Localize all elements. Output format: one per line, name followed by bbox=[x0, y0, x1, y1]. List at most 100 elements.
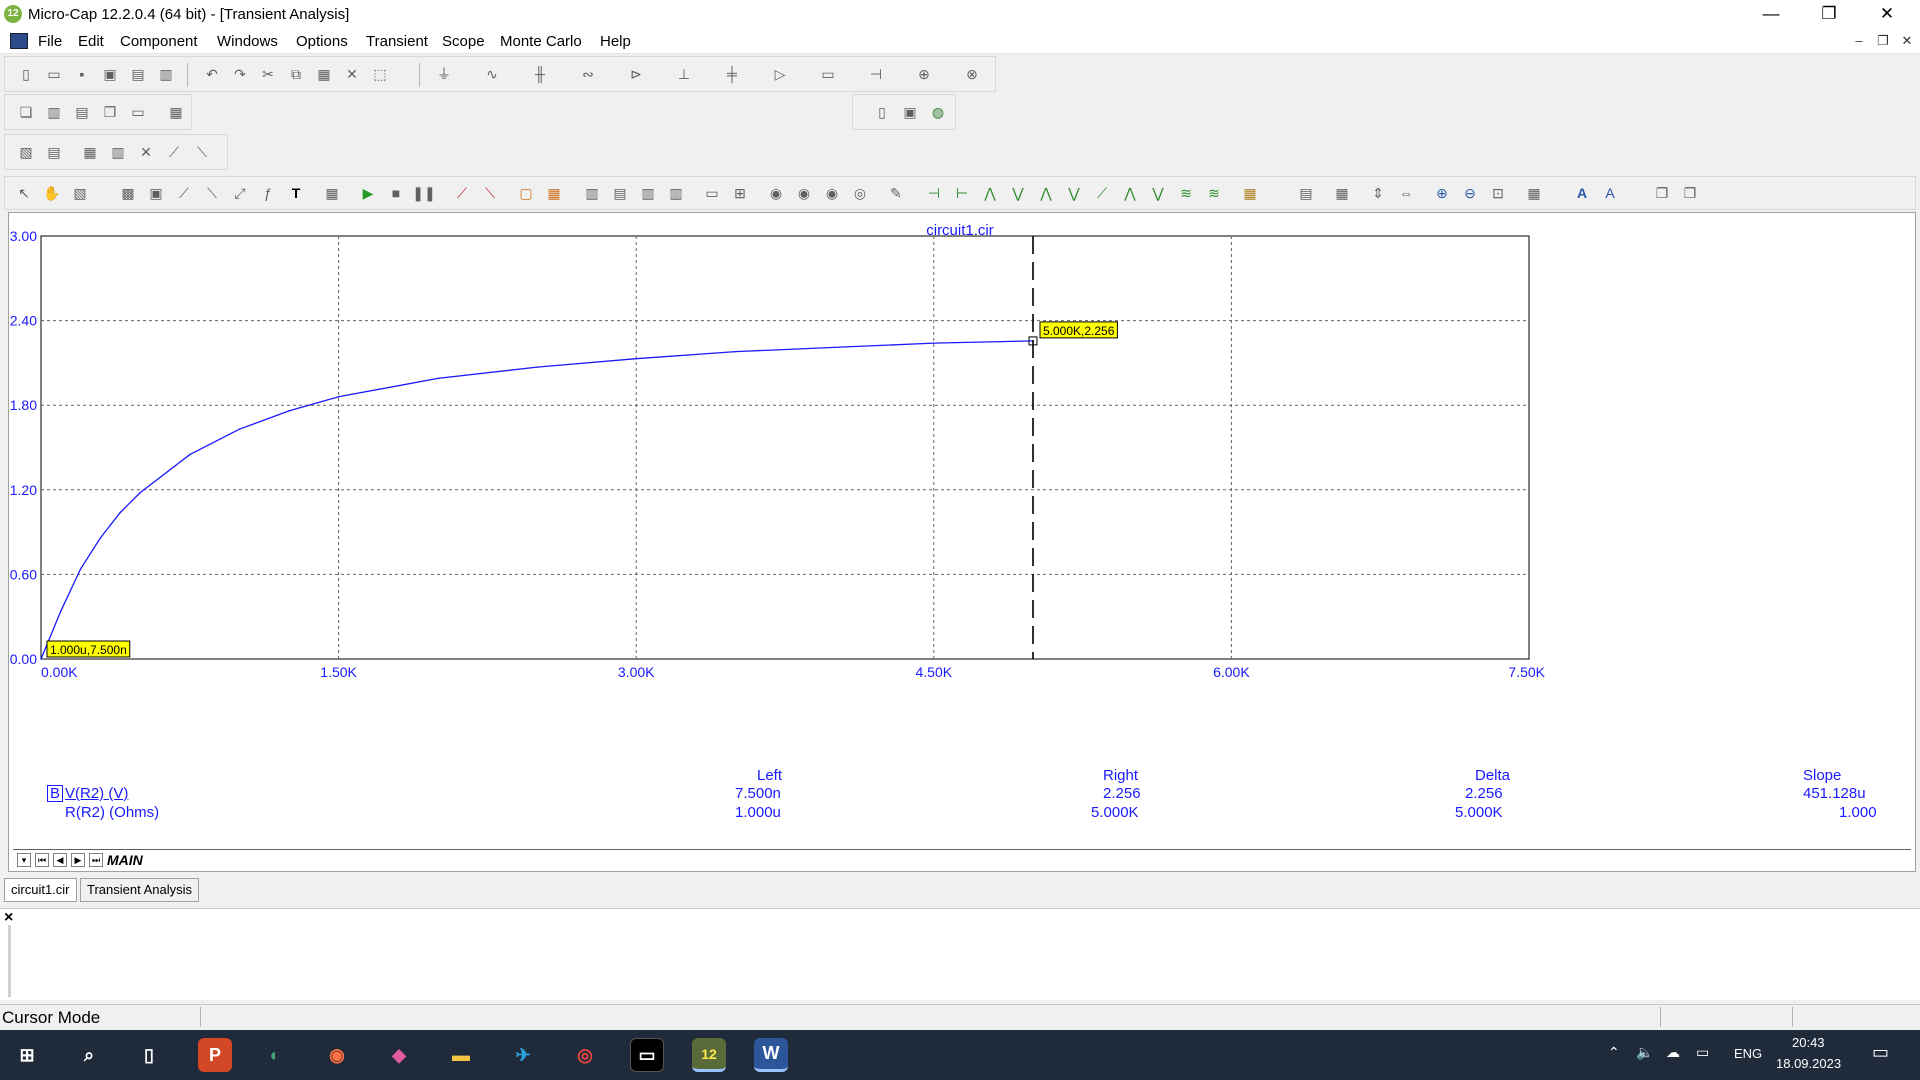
mdi-close-icon[interactable]: ✕ bbox=[1896, 33, 1918, 51]
run-limits-icon[interactable]: ▧ bbox=[15, 141, 37, 163]
performance-plot-icon[interactable]: ⟍ bbox=[191, 141, 213, 163]
library-icon[interactable]: ▣ bbox=[899, 101, 921, 123]
analysis-limits-icon[interactable]: ▤ bbox=[43, 141, 65, 163]
grid-icon[interactable]: ▢ bbox=[515, 182, 537, 204]
document-icon[interactable] bbox=[10, 33, 28, 49]
file-explorer-icon[interactable]: ▬ bbox=[444, 1038, 478, 1072]
scale-auto-icon[interactable]: ⟋ bbox=[451, 182, 473, 204]
first-page-icon[interactable]: ⏮ bbox=[35, 853, 49, 867]
page-menu-icon[interactable]: ▾ bbox=[17, 853, 31, 867]
tile-vertical-icon[interactable]: ▥ bbox=[43, 101, 65, 123]
word-icon[interactable]: W bbox=[754, 1038, 788, 1072]
font-size-icon[interactable]: A bbox=[1599, 182, 1621, 204]
print-icon[interactable]: ▥ bbox=[155, 63, 177, 85]
fit-width-icon[interactable]: ⇔ bbox=[1395, 182, 1417, 204]
next-page-icon[interactable]: ▶ bbox=[71, 853, 85, 867]
save-icon[interactable]: ▪ bbox=[71, 63, 93, 85]
tab-transient-analysis[interactable]: Transient Analysis bbox=[80, 878, 200, 902]
calendar-icon[interactable]: ▦ bbox=[1331, 182, 1353, 204]
language-indicator[interactable]: ENG bbox=[1734, 1046, 1762, 1061]
print-preview-icon[interactable]: ▤ bbox=[127, 63, 149, 85]
last-page-icon[interactable]: ⏭ bbox=[89, 853, 103, 867]
undo-icon[interactable]: ↶ bbox=[201, 63, 223, 85]
cursor-prev-icon[interactable]: ⊢ bbox=[951, 182, 973, 204]
minimize-button[interactable]: — bbox=[1742, 0, 1800, 30]
plot-window[interactable]: 3.00 2.40 1.80 1.20 0.60 0.00 0.00K 1.50K 3.00K 4… bbox=[8, 212, 1916, 872]
zoom-menu-icon[interactable]: ◎ bbox=[849, 182, 871, 204]
restore-limits-icon[interactable]: ⟍ bbox=[479, 182, 501, 204]
minor-grid-icon[interactable]: ▦ bbox=[543, 182, 565, 204]
cascade-icon[interactable]: ❏ bbox=[15, 101, 37, 123]
tools-icon[interactable]: ✕ bbox=[135, 141, 157, 163]
paste-icon[interactable]: ▦ bbox=[313, 63, 335, 85]
copy-plot-icon[interactable]: ▦ bbox=[1239, 182, 1261, 204]
copy-icon[interactable]: ⧉ bbox=[285, 63, 307, 85]
media-player-icon[interactable]: ◉ bbox=[320, 1038, 354, 1072]
prev-page-icon[interactable]: ◀ bbox=[53, 853, 67, 867]
mdi-restore-icon[interactable]: ❐ bbox=[1872, 33, 1894, 51]
menu-file[interactable]: File bbox=[38, 33, 62, 50]
clock-date[interactable]: 18.09.2023 bbox=[1776, 1056, 1841, 1071]
search-icon[interactable]: ⌕ bbox=[72, 1038, 106, 1072]
delete-icon[interactable]: ✕ bbox=[341, 63, 363, 85]
ruler-icon[interactable]: ▥ bbox=[637, 182, 659, 204]
formula-tag-icon[interactable]: ƒ bbox=[257, 182, 279, 204]
menu-monte-carlo[interactable]: Monte Carlo bbox=[500, 33, 582, 50]
clipboard-icon[interactable]: ▦ bbox=[321, 182, 343, 204]
chrome-icon[interactable]: ◎ bbox=[568, 1038, 602, 1072]
tab-circuit1[interactable]: circuit1.cir bbox=[4, 878, 77, 902]
capacitor-component-icon[interactable]: ╫ bbox=[529, 63, 551, 85]
send-back-icon[interactable]: ❐ bbox=[1679, 182, 1701, 204]
tray-chevron-icon[interactable]: ⌃ bbox=[1608, 1044, 1620, 1061]
clock-time[interactable]: 20:43 bbox=[1792, 1035, 1825, 1050]
plot-properties-icon[interactable]: ⟋ bbox=[163, 141, 185, 163]
onedrive-icon[interactable]: ☁ bbox=[1666, 1044, 1680, 1061]
menu-options[interactable]: Options bbox=[296, 33, 348, 50]
page-icon[interactable]: ▤ bbox=[1295, 182, 1317, 204]
font-icon[interactable]: A bbox=[1571, 182, 1593, 204]
add-graphics-icon[interactable]: ▧ bbox=[69, 182, 91, 204]
zoom-auto-circle-icon[interactable]: ◉ bbox=[821, 182, 843, 204]
run-icon[interactable]: ▶ bbox=[357, 182, 379, 204]
zoom-out-icon[interactable]: ⊖ bbox=[1459, 182, 1481, 204]
transistor-component-icon[interactable]: ⊥ bbox=[673, 63, 695, 85]
battery-icon[interactable]: ▭ bbox=[1696, 1044, 1709, 1061]
volume-icon[interactable]: 🔈 bbox=[1636, 1044, 1653, 1061]
select-mode-icon[interactable]: ↖ bbox=[13, 182, 35, 204]
save-all-icon[interactable]: ▣ bbox=[99, 63, 121, 85]
curve-branch-box[interactable]: B bbox=[47, 785, 64, 802]
zoom-in-icon[interactable]: ⊕ bbox=[1431, 182, 1453, 204]
macro-component-icon[interactable]: ▭ bbox=[817, 63, 839, 85]
pan-mode-icon[interactable]: ✋ bbox=[41, 182, 63, 204]
microcap-taskbar-icon[interactable]: 12 bbox=[692, 1038, 726, 1072]
menu-help[interactable]: Help bbox=[600, 33, 631, 50]
valley-icon[interactable]: ⋁ bbox=[1007, 182, 1029, 204]
pause-icon[interactable]: ❚❚ bbox=[412, 182, 435, 204]
cursor-mode-icon[interactable]: ▣ bbox=[145, 182, 167, 204]
bring-front-icon[interactable]: ❐ bbox=[1651, 182, 1673, 204]
voltage-source-icon[interactable]: ⊕ bbox=[913, 63, 935, 85]
mosfet-component-icon[interactable]: ╪ bbox=[721, 63, 743, 85]
fit-height-icon[interactable]: ⇕ bbox=[1367, 182, 1389, 204]
point-tag-icon[interactable]: ⟋ bbox=[173, 182, 195, 204]
scale-mode-icon[interactable]: ▩ bbox=[117, 182, 139, 204]
close-button[interactable]: ✕ bbox=[1858, 0, 1916, 30]
cut-icon[interactable]: ✂ bbox=[257, 63, 279, 85]
vertical-axis-icon[interactable]: ⊞ bbox=[729, 182, 751, 204]
global-high-icon[interactable]: ⋀ bbox=[1119, 182, 1141, 204]
zoom-in-circle-icon[interactable]: ◉ bbox=[793, 182, 815, 204]
peak-icon[interactable]: ⋀ bbox=[979, 182, 1001, 204]
menu-transient[interactable]: Transient bbox=[366, 33, 428, 50]
maximize-icon[interactable]: ▭ bbox=[127, 101, 149, 123]
zoom-fit-icon[interactable]: ⊡ bbox=[1487, 182, 1509, 204]
windows-start-icon[interactable]: ⊞ bbox=[10, 1038, 44, 1072]
bottom-icon[interactable]: ≋ bbox=[1203, 182, 1225, 204]
edit-icon[interactable]: ✎ bbox=[885, 182, 907, 204]
task-view-icon[interactable]: ▯ bbox=[132, 1038, 166, 1072]
restore-button[interactable]: ❐ bbox=[1800, 0, 1858, 30]
notifications-icon[interactable]: ▭ bbox=[1872, 1042, 1889, 1063]
menu-windows[interactable]: Windows bbox=[217, 33, 278, 50]
vertical-tag-icon[interactable]: ⤢ bbox=[229, 182, 251, 204]
resistor-component-icon[interactable]: ∿ bbox=[481, 63, 503, 85]
battery-component-icon[interactable]: ⊣ bbox=[865, 63, 887, 85]
